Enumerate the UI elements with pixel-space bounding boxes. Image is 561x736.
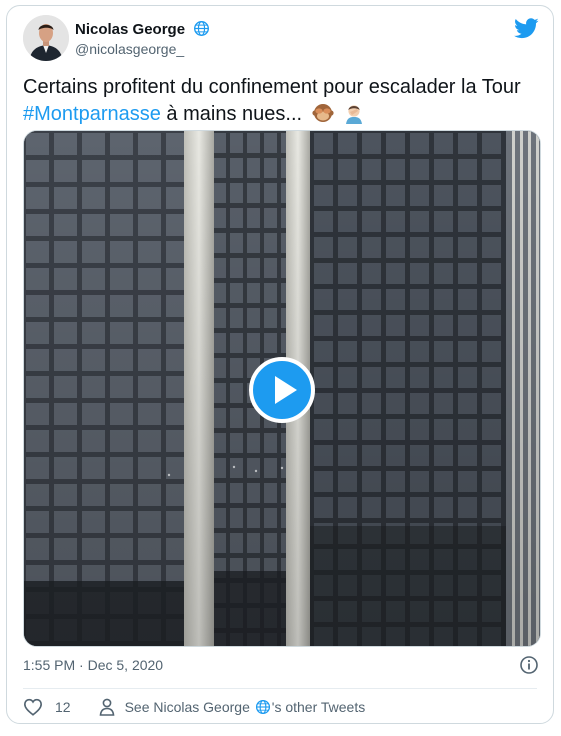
person-icon bbox=[99, 698, 114, 716]
divider bbox=[23, 688, 537, 689]
play-icon bbox=[249, 357, 315, 423]
other-tweets-suffix: 's other Tweets bbox=[271, 699, 366, 715]
play-button[interactable] bbox=[249, 357, 315, 423]
profile-photo bbox=[23, 15, 69, 61]
globe-icon bbox=[255, 699, 270, 715]
author-handle[interactable]: @nicolasgeorge_ bbox=[75, 41, 184, 57]
other-tweets-prefix: See Nicolas George bbox=[124, 699, 254, 715]
like-button[interactable]: 12 bbox=[23, 698, 71, 716]
info-button[interactable] bbox=[519, 655, 539, 680]
author-name-text: Nicolas George bbox=[75, 21, 186, 38]
video-player[interactable] bbox=[23, 130, 541, 647]
hashtag-link[interactable]: #Montparnasse bbox=[23, 103, 161, 125]
twitter-bird-icon bbox=[514, 18, 539, 39]
see-no-evil-monkey-icon bbox=[312, 104, 334, 122]
timestamp-separator: · bbox=[75, 657, 88, 673]
tweet-text-tail: à mains nues... bbox=[160, 103, 303, 125]
like-count: 12 bbox=[55, 699, 71, 715]
author-name[interactable]: Nicolas George bbox=[75, 20, 210, 38]
tweet-time: 1:55 PM bbox=[23, 657, 76, 673]
tweet-timestamp[interactable]: 1:55 PM · Dec 5, 2020 bbox=[23, 657, 163, 673]
man-facepalming-icon bbox=[346, 105, 363, 124]
info-icon bbox=[520, 656, 538, 674]
see-other-tweets-link[interactable]: See Nicolas George 's other Tweets bbox=[99, 698, 366, 716]
tweet-card: Nicolas George @nicolasgeorge_ Certains … bbox=[6, 5, 554, 724]
avatar[interactable] bbox=[23, 15, 69, 61]
heart-icon bbox=[23, 698, 43, 716]
tweet-actions: 12 See Nicolas George 's other Tweets bbox=[23, 694, 365, 720]
tweet-text: Certains profitent du confinement pour e… bbox=[23, 74, 533, 128]
globe-icon bbox=[194, 21, 210, 36]
twitter-logo[interactable] bbox=[514, 18, 539, 44]
tweet-text-body: Certains profitent du confinement pour e… bbox=[23, 76, 521, 98]
tweet-date: Dec 5, 2020 bbox=[87, 657, 164, 673]
other-tweets-text: See Nicolas George 's other Tweets bbox=[125, 699, 366, 715]
